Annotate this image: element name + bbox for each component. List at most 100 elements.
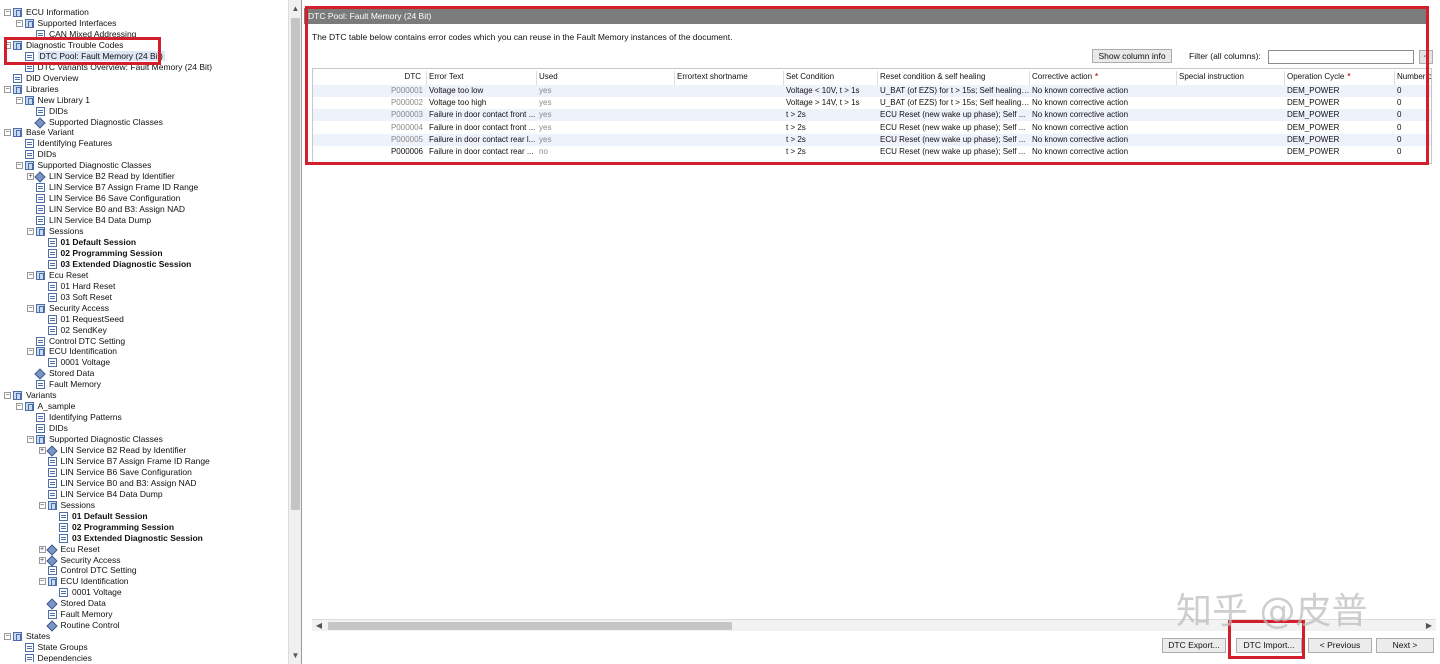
tree-item-label: 01 Default Session xyxy=(72,510,148,521)
tree-item[interactable]: − A_sample xyxy=(0,401,75,412)
expand-icon[interactable]: + xyxy=(38,556,46,564)
dtc-export-button[interactable]: DTC Export... xyxy=(1162,638,1226,653)
tree-item[interactable]: 03 Extended Diagnostic Session xyxy=(0,533,203,544)
collapse-icon[interactable]: − xyxy=(27,348,34,356)
collapse-icon[interactable]: − xyxy=(15,19,23,27)
doc-icon xyxy=(24,643,34,653)
doc-icon xyxy=(36,336,45,346)
doc-icon xyxy=(47,314,57,324)
tree-item[interactable]: Fault Memory xyxy=(0,609,112,620)
scroll-down-arrow-icon[interactable]: ▼ xyxy=(291,651,300,660)
folder-icon xyxy=(13,632,22,642)
tree-item[interactable]: − ECU Information xyxy=(0,7,89,18)
tree-item[interactable]: + LIN Service B2 Read by Identifier xyxy=(0,171,175,183)
collapse-icon[interactable]: − xyxy=(15,96,23,104)
tree-item-label: LIN Service B0 and B3: Assign NAD xyxy=(49,204,186,215)
tree-item[interactable]: Identifying Patterns xyxy=(0,412,122,423)
tree-item[interactable]: DIDs xyxy=(0,423,68,434)
tree-item-label: States xyxy=(26,631,51,642)
tree-item[interactable]: − Variants xyxy=(0,390,57,401)
tree-item[interactable]: − Sessions xyxy=(0,500,95,511)
tree-item[interactable]: LIN Service B7 Assign Frame ID Range xyxy=(0,456,210,467)
expand-icon[interactable]: + xyxy=(27,173,34,181)
tree-item[interactable]: DIDs xyxy=(0,149,56,160)
tree-item[interactable]: Stored Data xyxy=(0,598,106,610)
tree-item[interactable]: 03 Extended Diagnostic Session xyxy=(0,259,191,270)
tree-item[interactable]: LIN Service B4 Data Dump xyxy=(0,215,151,226)
tree-item[interactable]: − Sessions xyxy=(0,226,84,237)
tree-item[interactable]: Control DTC Setting xyxy=(0,565,137,576)
collapse-icon[interactable]: − xyxy=(15,162,23,170)
collapse-icon[interactable]: − xyxy=(4,392,11,400)
tree-item[interactable]: 02 SendKey xyxy=(0,325,107,336)
tree-item[interactable]: − ECU Identification xyxy=(0,346,117,357)
collapse-icon[interactable]: − xyxy=(38,501,46,509)
tree-item[interactable]: 01 Default Session xyxy=(0,237,136,248)
tree-item[interactable]: − Supported Diagnostic Classes xyxy=(0,434,163,445)
tree-item[interactable]: + LIN Service B2 Read by Identifier xyxy=(0,445,186,457)
diamond-icon xyxy=(45,543,58,556)
tree-item[interactable]: + Ecu Reset xyxy=(0,544,100,556)
tree-item[interactable]: 0001 Voltage xyxy=(0,357,110,368)
tree-item[interactable]: − New Library 1 xyxy=(0,95,90,106)
next-button[interactable]: Next > xyxy=(1376,638,1434,653)
scroll-right-arrow-icon[interactable]: ▶ xyxy=(1424,621,1434,631)
tree-item[interactable]: Dependencies xyxy=(0,653,92,662)
tree-item[interactable]: Stored Data xyxy=(0,368,94,381)
tree-item[interactable]: 02 Programming Session xyxy=(0,248,163,259)
tree-item[interactable]: LIN Service B6 Save Configuration xyxy=(0,193,180,204)
scroll-left-arrow-icon[interactable]: ◀ xyxy=(314,621,324,631)
scrollbar-thumb[interactable] xyxy=(291,18,300,510)
collapse-icon[interactable]: − xyxy=(4,9,11,16)
scroll-up-arrow-icon[interactable]: ▲ xyxy=(291,4,300,13)
previous-button[interactable]: < Previous xyxy=(1308,638,1372,653)
tree-item[interactable]: − Ecu Reset xyxy=(0,270,88,281)
folder-icon xyxy=(24,161,34,171)
tree-item[interactable]: + Security Access xyxy=(0,555,121,567)
tree-item[interactable]: LIN Service B7 Assign Frame ID Range xyxy=(0,182,198,193)
tree-item[interactable]: − Base Variant xyxy=(0,127,74,138)
collapse-icon[interactable]: − xyxy=(15,403,23,411)
tree-item[interactable]: − ECU Identification xyxy=(0,576,129,587)
tree-item[interactable]: 01 Default Session xyxy=(0,511,148,522)
tree-item[interactable]: State Groups xyxy=(0,642,88,653)
tree-vertical-scrollbar[interactable]: ▲ ▼ xyxy=(288,0,301,664)
tree-item[interactable]: − States xyxy=(0,631,50,642)
tree-item[interactable]: − Security Access xyxy=(0,303,109,314)
tree-item[interactable]: − Supported Diagnostic Classes xyxy=(0,160,151,171)
tree-item[interactable]: Fault Memory xyxy=(0,379,101,390)
tree-item[interactable]: LIN Service B4 Data Dump xyxy=(0,489,163,500)
collapse-icon[interactable]: − xyxy=(27,436,34,444)
tree-item[interactable]: Supported Diagnostic Classes xyxy=(0,117,163,129)
collapse-icon[interactable]: − xyxy=(4,85,11,93)
tree-item[interactable]: − Libraries xyxy=(0,84,59,95)
tree-item[interactable]: LIN Service B6 Save Configuration xyxy=(0,467,192,478)
collapse-icon[interactable]: − xyxy=(38,578,46,586)
tree-item-label: LIN Service B2 Read by Identifier xyxy=(60,445,187,455)
collapse-icon[interactable]: − xyxy=(27,304,34,312)
expand-icon[interactable]: + xyxy=(38,447,46,454)
tree-item[interactable]: DIDs xyxy=(0,106,68,117)
tree-item-label: 01 RequestSeed xyxy=(60,313,124,324)
tree-item[interactable]: DID Overview xyxy=(0,73,78,84)
tree-item[interactable]: 03 Soft Reset xyxy=(0,292,112,303)
tree-item[interactable]: Identifying Features xyxy=(0,138,112,149)
collapse-icon[interactable]: − xyxy=(4,633,11,641)
tree-item[interactable]: 01 RequestSeed xyxy=(0,314,124,325)
doc-icon xyxy=(47,259,57,269)
folder-icon xyxy=(13,128,22,138)
tree-item[interactable]: LIN Service B0 and B3: Assign NAD xyxy=(0,204,185,215)
expand-icon[interactable]: + xyxy=(38,545,46,553)
tree-item[interactable]: Routine Control xyxy=(0,620,120,632)
collapse-icon[interactable]: − xyxy=(27,228,34,235)
tree-item[interactable]: 0001 Voltage xyxy=(0,587,122,598)
tree-item[interactable]: LIN Service B0 and B3: Assign NAD xyxy=(0,478,197,489)
tree-item[interactable]: 02 Programming Session xyxy=(0,522,174,533)
tree-item[interactable]: − Supported Interfaces xyxy=(0,18,116,29)
scrollbar-thumb[interactable] xyxy=(328,622,732,630)
tree-item[interactable]: 01 Hard Reset xyxy=(0,281,115,292)
doc-icon xyxy=(36,216,45,226)
collapse-icon[interactable]: − xyxy=(27,271,34,279)
collapse-icon[interactable]: − xyxy=(4,129,11,137)
tree-item[interactable]: Control DTC Setting xyxy=(0,336,125,347)
